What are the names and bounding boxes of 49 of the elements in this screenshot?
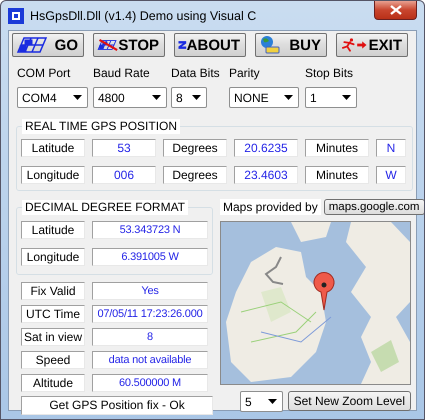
about-button[interactable]: ABOUT: [174, 33, 246, 57]
field-label: Fix Valid: [21, 282, 85, 300]
value-field: 53: [92, 139, 156, 157]
setting-label: Data Bits: [171, 65, 221, 81]
dropdown[interactable]: NONE: [229, 87, 299, 108]
unit-label: Degrees: [163, 166, 227, 184]
value-field: 60.500000 M: [92, 374, 208, 392]
field-label: Altitude: [21, 374, 85, 392]
dropdown[interactable]: COM4: [17, 87, 88, 108]
value-field: 8: [92, 328, 208, 346]
zoom-button[interactable]: Set New Zoom Level: [288, 391, 411, 411]
value-field: 23.4603: [234, 166, 298, 184]
exit-button[interactable]: EXIT: [336, 33, 408, 57]
field-label: Latitude: [21, 139, 85, 157]
go-button[interactable]: GO: [12, 33, 84, 57]
value-field: 20.6235: [234, 139, 298, 157]
field-label: Speed: [21, 351, 85, 369]
field-label: Sat in view: [21, 328, 85, 346]
buy-button[interactable]: BUY: [255, 33, 327, 57]
dropdown[interactable]: 8: [171, 87, 207, 108]
value-field: N: [376, 139, 406, 157]
status-message: Get GPS Position fix - Ok: [21, 396, 213, 415]
window-title: HsGpsDll.Dll (v1.4) Demo using Visual C: [30, 8, 256, 22]
field-label: UTC Time: [21, 305, 85, 323]
setting-label: Stop Bits: [305, 65, 354, 81]
zoom-dropdown[interactable]: 5: [240, 391, 283, 412]
map-provider-button[interactable]: maps.google.com: [324, 199, 424, 215]
dropdown[interactable]: 1: [305, 87, 357, 108]
unit-label: Degrees: [163, 139, 227, 157]
value-field: 006: [92, 166, 156, 184]
stop-button[interactable]: STOP: [93, 33, 165, 57]
value-field: Yes: [92, 282, 208, 300]
value-field: data not available: [92, 351, 208, 369]
group-title: DECIMAL DEGREE FORMAT: [22, 200, 188, 215]
value-field: 6.391005 W: [92, 248, 208, 266]
value-field: 53.343723 N: [92, 221, 208, 239]
setting-label: COM Port: [17, 65, 72, 81]
setting-label: Parity: [229, 65, 261, 81]
dropdown[interactable]: 4800: [93, 87, 167, 108]
field-label: Longitude: [21, 248, 85, 266]
value-field: 07/05/11 17:23:26.000: [92, 305, 208, 323]
map-credit-label: Maps provided by: [220, 199, 321, 215]
value-field: W: [376, 166, 406, 184]
group-title: REAL TIME GPS POSITION: [22, 119, 180, 134]
unit-label: Minutes: [305, 166, 369, 184]
setting-label: Baud Rate: [93, 65, 151, 81]
unit-label: Minutes: [305, 139, 369, 157]
field-label: Longitude: [21, 166, 85, 184]
field-label: Latitude: [21, 221, 85, 239]
